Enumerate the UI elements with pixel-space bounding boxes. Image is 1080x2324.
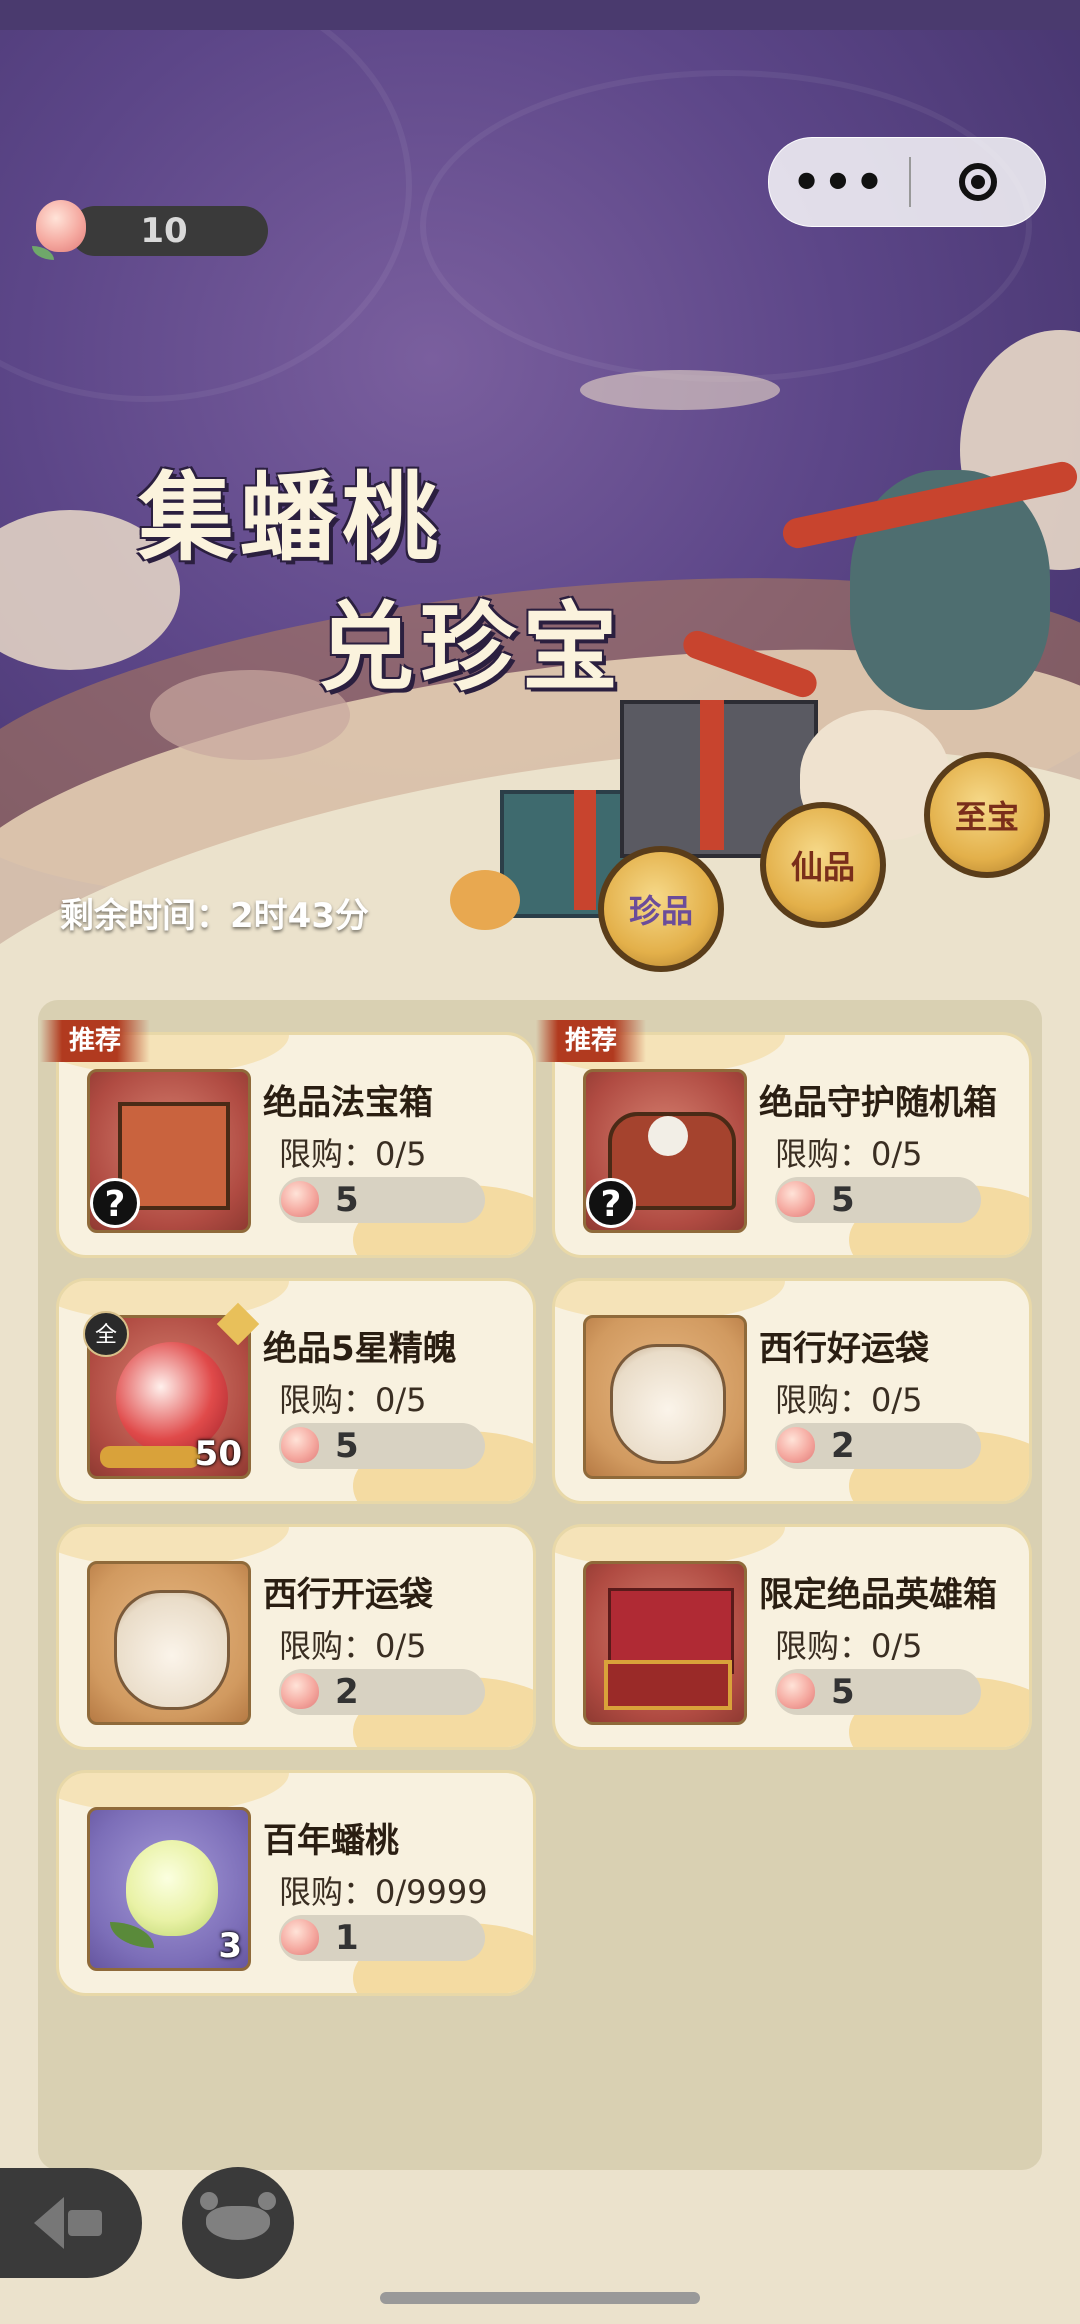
item-limit: 限购：0/5 [279, 1135, 427, 1173]
question-mark-icon: ? [90, 1178, 140, 1228]
back-button[interactable] [0, 2168, 142, 2278]
shop-item-card[interactable]: 3 百年蟠桃 限购：0/9999 1 [56, 1770, 536, 1996]
gift-ribbon [700, 700, 724, 850]
peach-icon [281, 1427, 319, 1463]
more-button[interactable]: ••• [769, 159, 909, 205]
tier-badge-zhibao[interactable]: 至宝 [924, 752, 1050, 878]
item-icon: 3 [87, 1807, 251, 1971]
event-title-line2: 兑珍宝 [318, 591, 624, 704]
item-quantity: 50 [194, 1434, 242, 1474]
shop-item-card[interactable]: 西行开运袋 限购：0/5 2 [56, 1524, 536, 1750]
tier-label: 珍品 [628, 892, 693, 930]
item-name: 绝品法宝箱 [263, 1083, 433, 1123]
mask-icon [648, 1116, 688, 1156]
hero-chest-icon [604, 1660, 732, 1710]
gift-ribbon [574, 790, 596, 910]
immortal-peach-icon [126, 1840, 218, 1936]
question-mark-icon: ? [586, 1178, 636, 1228]
item-name: 西行开运袋 [263, 1575, 433, 1615]
item-price[interactable]: 5 [775, 1669, 981, 1715]
item-name: 百年蟠桃 [263, 1821, 399, 1861]
price-value: 2 [335, 1672, 359, 1712]
peach-icon [777, 1427, 815, 1463]
item-name: 绝品守护随机箱 [759, 1083, 997, 1123]
gold-coins-icon [100, 1446, 200, 1468]
shop-item-card[interactable]: 限定绝品英雄箱 限购：0/5 5 [552, 1524, 1032, 1750]
item-icon: ? [583, 1069, 747, 1233]
tier-badge-xianpin[interactable]: 仙品 [760, 802, 886, 928]
price-value: 5 [831, 1180, 855, 1220]
item-quantity: 3 [218, 1926, 242, 1966]
badge-all: 全 [83, 1311, 129, 1357]
item-icon [583, 1315, 747, 1479]
item-name: 西行好运袋 [759, 1329, 929, 1369]
price-value: 5 [335, 1180, 359, 1220]
monkey-icon [200, 2192, 276, 2240]
item-price[interactable]: 5 [775, 1177, 981, 1223]
peach-icon [777, 1181, 815, 1217]
lucky-bag-icon [114, 1590, 230, 1710]
home-indicator [380, 2292, 700, 2304]
peach-icon [281, 1919, 319, 1955]
item-price[interactable]: 1 [279, 1915, 485, 1961]
peach-count: 10 [140, 211, 188, 251]
event-title-line1: 集蟠桃 [138, 461, 444, 574]
close-button[interactable] [911, 163, 1045, 201]
peach-icon [777, 1673, 815, 1709]
status-bar [0, 0, 1080, 30]
peach-icon [281, 1181, 319, 1217]
item-limit: 限购：0/5 [279, 1381, 427, 1419]
price-value: 5 [831, 1672, 855, 1712]
item-limit: 限购：0/5 [775, 1135, 923, 1173]
item-name: 限定绝品英雄箱 [759, 1575, 997, 1615]
item-limit: 限购：0/5 [775, 1627, 923, 1665]
item-price[interactable]: 5 [279, 1423, 485, 1469]
price-value: 1 [335, 1918, 359, 1958]
shop-item-card[interactable]: ? 绝品守护随机箱 限购：0/5 5 [552, 1032, 1032, 1258]
target-icon [959, 163, 997, 201]
back-arrow-icon [34, 2197, 102, 2249]
recommend-tag: 推荐 [536, 1020, 646, 1062]
item-limit: 限购：0/5 [279, 1627, 427, 1665]
smoke-wisp [580, 370, 780, 410]
shop-item-card[interactable]: 50 全 绝品5星精魄 限购：0/5 5 [56, 1278, 536, 1504]
item-name: 绝品5星精魄 [263, 1329, 457, 1369]
home-button[interactable] [182, 2167, 294, 2279]
recommend-tag: 推荐 [40, 1020, 150, 1062]
item-icon: ? [87, 1069, 251, 1233]
peach-icon [281, 1673, 319, 1709]
item-price[interactable]: 5 [279, 1177, 485, 1223]
treasure-bag [450, 870, 520, 930]
remaining-time: 剩余时间：2时43分 [60, 896, 369, 936]
shop-item-card[interactable]: ? 绝品法宝箱 限购：0/5 5 [56, 1032, 536, 1258]
peach-counter: 10 [30, 200, 268, 260]
item-price[interactable]: 2 [775, 1423, 981, 1469]
more-icon: ••• [791, 155, 887, 209]
lucky-bag-icon [610, 1344, 726, 1464]
shop-item-card[interactable]: 西行好运袋 限购：0/5 2 [552, 1278, 1032, 1504]
tier-badge-zhenpin[interactable]: 珍品 [598, 846, 724, 972]
tier-label: 仙品 [790, 848, 855, 886]
price-value: 5 [335, 1426, 359, 1466]
item-limit: 限购：0/9999 [279, 1873, 488, 1911]
item-price[interactable]: 2 [279, 1669, 485, 1715]
tier-label: 至宝 [954, 798, 1019, 836]
mini-program-capsule: ••• [768, 137, 1046, 227]
item-limit: 限购：0/5 [775, 1381, 923, 1419]
item-icon [87, 1561, 251, 1725]
item-icon [583, 1561, 747, 1725]
price-value: 2 [831, 1426, 855, 1466]
